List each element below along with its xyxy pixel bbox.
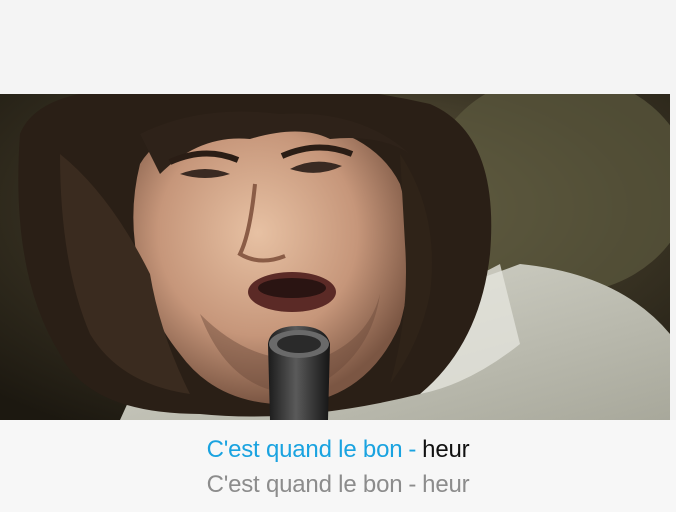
next-lyric-part2: heur [422, 471, 470, 498]
syllable-separator: - [408, 436, 417, 463]
current-lyric-line: C'est quand le bon - heur [0, 436, 676, 464]
sung-lyric-text: C'est quand le bon [206, 436, 403, 463]
video-still [0, 94, 670, 420]
right-border [676, 0, 682, 512]
karaoke-screen: C'est quand le bon - heur C'est quand le b… [0, 0, 682, 512]
next-lyric-line: C'est quand le bon - heur [0, 471, 676, 499]
lyrics-panel: C'est quand le bon - heur C'est quand le b… [0, 420, 676, 512]
music-video-frame [0, 94, 670, 420]
next-syllable-separator: - [408, 471, 417, 498]
next-lyric-part1: C'est quand le bon [206, 471, 403, 498]
upcoming-lyric-text: heur [422, 436, 470, 463]
top-letterbox [0, 0, 682, 94]
